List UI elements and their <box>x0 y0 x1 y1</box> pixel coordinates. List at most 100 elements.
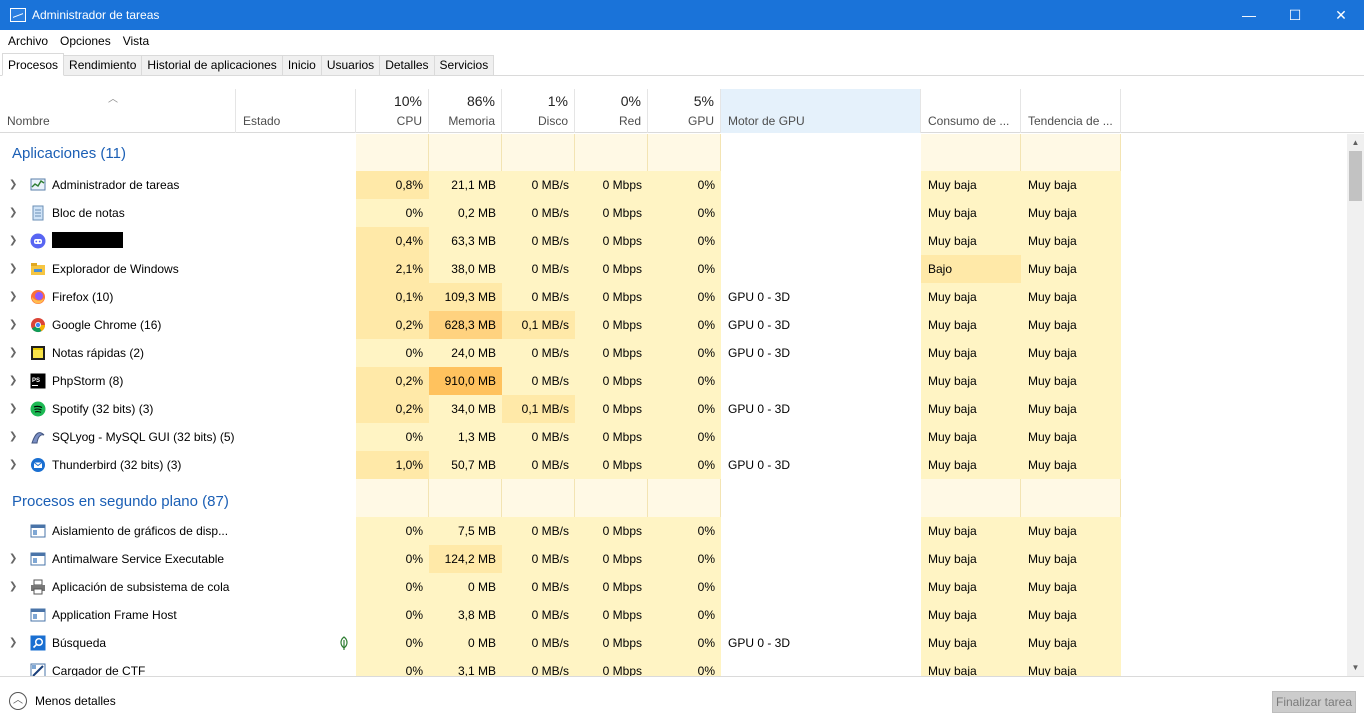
column-power-usage[interactable]: Consumo de ... <box>921 89 1021 133</box>
sqlyog-icon <box>30 429 46 445</box>
cell-gpu-engine <box>721 255 921 283</box>
cell-power-usage: Muy baja <box>921 199 1021 227</box>
process-name: Aplicación de subsistema de cola <box>52 580 230 594</box>
column-cpu[interactable]: 10% CPU <box>356 89 429 133</box>
process-name: Antimalware Service Executable <box>52 552 225 566</box>
table-row[interactable]: ❯ PS PhpStorm (8) 0,2% 910,0 MB 0 MB/s 0 Mbps 0… <box>0 367 1347 395</box>
menu-archivo[interactable]: Archivo <box>2 34 54 48</box>
task-manager-icon <box>30 177 46 193</box>
expand-chevron-icon[interactable]: ❯ <box>9 423 19 451</box>
cell-disk: 0 MB/s <box>502 657 575 676</box>
scroll-up-icon[interactable]: ▲ <box>1347 134 1364 151</box>
column-power-trend[interactable]: Tendencia de ... <box>1021 89 1121 133</box>
expand-chevron-icon[interactable]: ❯ <box>9 545 19 573</box>
process-name: Búsqueda <box>52 636 107 650</box>
cell-gpu-engine <box>721 171 921 199</box>
table-row[interactable]: ❯ Administrador de tareas 0,8% 21,1 MB 0 MB/… <box>0 171 1347 199</box>
column-name[interactable]: ︿ Nombre <box>0 89 236 133</box>
column-status[interactable]: Estado <box>236 89 356 133</box>
table-row[interactable]: ❯ Firefox (10) 0,1% 109,3 MB 0 MB/s 0 Mbps 0% G… <box>0 283 1347 311</box>
column-disk[interactable]: 1% Disco <box>502 89 575 133</box>
expand-chevron-icon[interactable]: ❯ <box>9 451 19 479</box>
expand-chevron-icon[interactable]: ❯ <box>9 311 19 339</box>
cell-power-usage: Muy baja <box>921 451 1021 479</box>
table-row[interactable]: ❯ Bloc de notas 0% 0,2 MB 0 MB/s 0 Mbps 0% Muy … <box>0 199 1347 227</box>
cell-gpu: 0% <box>648 629 721 657</box>
column-memory[interactable]: 86% Memoria <box>429 89 502 133</box>
cell-gpu-engine <box>721 227 921 255</box>
table-row[interactable]: ❯ Notas rápidas (2) 0% 24,0 MB 0 MB/s 0 Mbps 0… <box>0 339 1347 367</box>
process-name: Administrador de tareas <box>52 178 180 192</box>
expand-chevron-icon[interactable]: ❯ <box>9 367 19 395</box>
scroll-down-icon[interactable]: ▼ <box>1347 659 1364 676</box>
expand-chevron-icon[interactable]: ❯ <box>9 629 19 657</box>
cell-network: 0 Mbps <box>575 283 648 311</box>
cell-cpu: 2,1% <box>356 255 429 283</box>
table-row[interactable]: ❯ SQLyog - MySQL GUI (32 bits) (5) 0% 1,3 M… <box>0 423 1347 451</box>
expand-chevron-icon[interactable]: ❯ <box>9 199 19 227</box>
explorer-icon <box>30 261 46 277</box>
spotify-icon <box>30 401 46 417</box>
table-row[interactable]: Application Frame Host 0% 3,8 MB 0 MB/s 0 Mb… <box>0 601 1347 629</box>
cell-gpu-engine <box>721 423 921 451</box>
menu-opciones[interactable]: Opciones <box>54 34 117 48</box>
vertical-scrollbar[interactable]: ▲ ▼ <box>1347 134 1364 676</box>
service-window-icon <box>30 523 46 539</box>
cell-power-usage: Muy baja <box>921 171 1021 199</box>
expand-chevron-icon[interactable]: ❯ <box>9 573 19 601</box>
scrollbar-thumb[interactable] <box>1349 151 1362 201</box>
cell-memory: 628,3 MB <box>429 311 502 339</box>
less-details-button[interactable]: ︿ Menos detalles <box>9 692 116 710</box>
tab-inicio[interactable]: Inicio <box>281 55 322 75</box>
table-row[interactable]: ❯ Google Chrome (16) 0,2% 628,3 MB 0,1 MB/s 0… <box>0 311 1347 339</box>
column-network[interactable]: 0% Red <box>575 89 648 133</box>
tab-bar: Procesos Rendimiento Historial de aplica… <box>0 53 1364 76</box>
table-row[interactable]: Aislamiento de gráficos de disp... 0% 7,5 … <box>0 517 1347 545</box>
cell-disk: 0 MB/s <box>502 367 575 395</box>
cell-network: 0 Mbps <box>575 199 648 227</box>
maximize-button[interactable]: ☐ <box>1272 0 1318 30</box>
expand-chevron-icon[interactable]: ❯ <box>9 227 19 255</box>
cell-gpu: 0% <box>648 199 721 227</box>
table-row[interactable]: ❯ Aplicación de subsistema de cola 0% 0 MB 0… <box>0 573 1347 601</box>
table-row[interactable]: Cargador de CTF 0% 3,1 MB 0 MB/s 0 Mbps 0% Muy… <box>0 657 1347 676</box>
expand-chevron-icon[interactable]: ❯ <box>9 171 19 199</box>
tab-usuarios[interactable]: Usuarios <box>320 55 381 75</box>
expand-chevron-icon[interactable]: ❯ <box>9 395 19 423</box>
table-row[interactable]: ❯Discord (4)0,4%63,3 MB0 MB/s0 Mbps0%Muy… <box>0 227 1347 255</box>
minimize-button[interactable]: — <box>1226 0 1272 30</box>
tab-historial[interactable]: Historial de aplicaciones <box>141 55 283 75</box>
cell-disk: 0 MB/s <box>502 451 575 479</box>
cell-gpu: 0% <box>648 171 721 199</box>
service-window-icon <box>30 607 46 623</box>
tab-servicios[interactable]: Servicios <box>433 55 495 75</box>
cell-disk: 0 MB/s <box>502 601 575 629</box>
column-gpu[interactable]: 5% GPU <box>648 89 721 133</box>
cell-gpu-engine: GPU 0 - 3D <box>721 629 921 657</box>
table-row[interactable]: ❯ Thunderbird (32 bits) (3) 1,0% 50,7 MB 0 M… <box>0 451 1347 479</box>
cell-cpu: 0,2% <box>356 311 429 339</box>
table-row[interactable]: ❯ Búsqueda 0% 0 MB 0 MB/s 0 Mbps 0% GPU 0 - 3D M… <box>0 629 1347 657</box>
tab-procesos[interactable]: Procesos <box>2 53 65 76</box>
cell-power-trend: Muy baja <box>1021 517 1121 545</box>
tab-detalles[interactable]: Detalles <box>379 55 435 75</box>
process-name: Thunderbird (32 bits) (3) <box>52 458 182 472</box>
cell-gpu-engine <box>721 601 921 629</box>
process-name: Notas rápidas (2) <box>52 346 145 360</box>
cell-cpu: 0% <box>356 657 429 676</box>
close-button[interactable]: ✕ <box>1318 0 1364 30</box>
table-row[interactable]: ❯ Spotify (32 bits) (3) 0,2% 34,0 MB 0,1 MB/… <box>0 395 1347 423</box>
cell-power-usage: Bajo <box>921 255 1021 283</box>
column-gpu-engine[interactable]: Motor de GPU <box>721 89 921 133</box>
expand-chevron-icon[interactable]: ❯ <box>9 283 19 311</box>
expand-chevron-icon[interactable]: ❯ <box>9 339 19 367</box>
menu-vista[interactable]: Vista <box>117 34 155 48</box>
process-name: SQLyog - MySQL GUI (32 bits) (5) <box>52 430 235 444</box>
table-row[interactable]: ❯ Antimalware Service Executable 0% 124,2 M… <box>0 545 1347 573</box>
table-row[interactable]: ❯ Explorador de Windows 2,1% 38,0 MB 0 MB/s 0… <box>0 255 1347 283</box>
group-header-apps: Aplicaciones (11) <box>12 145 126 162</box>
tab-rendimiento[interactable]: Rendimiento <box>63 55 143 75</box>
column-header: ︿ Nombre Estado 10% CPU 86% Memoria 1% D… <box>0 89 1364 133</box>
expand-chevron-icon[interactable]: ❯ <box>9 255 19 283</box>
end-task-button[interactable]: Finalizar tarea <box>1272 691 1356 713</box>
